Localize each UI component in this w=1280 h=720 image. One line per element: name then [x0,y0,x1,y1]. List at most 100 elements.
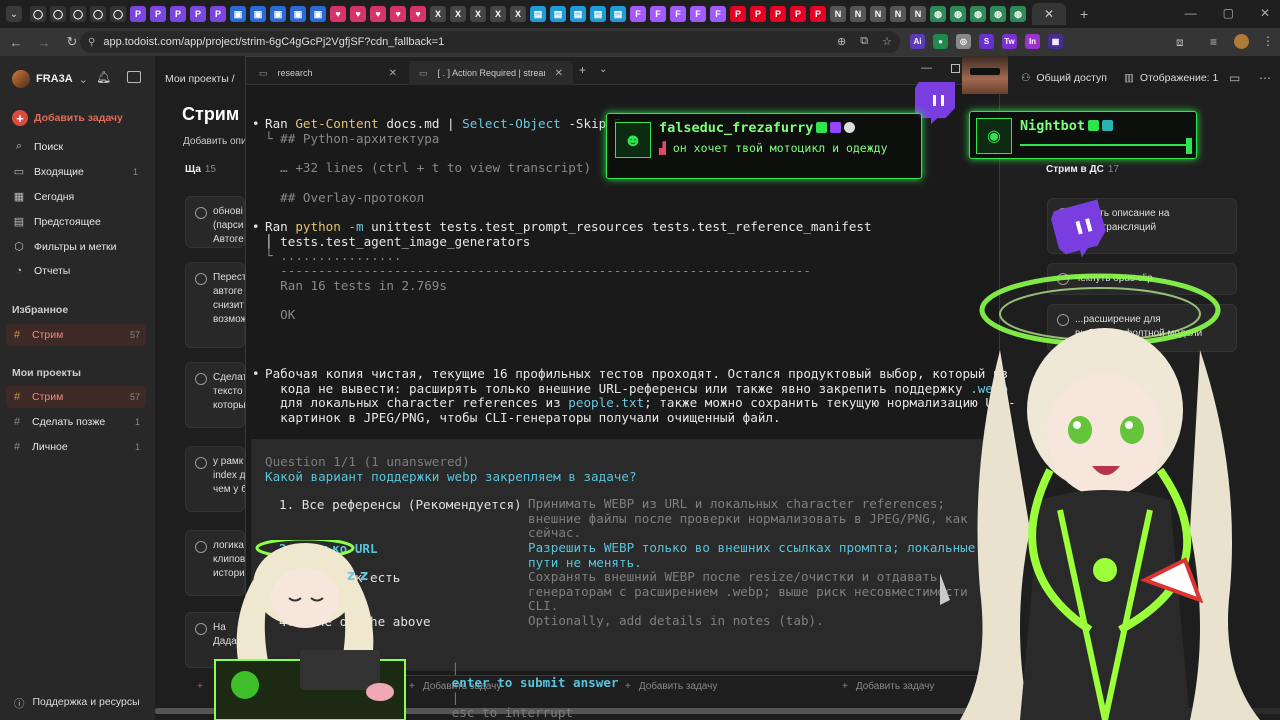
minimize-icon[interactable]: — [921,62,932,74]
sidebar-item-today[interactable]: ▦ Сегодня [12,190,142,204]
close-icon[interactable]: ✕ [555,68,563,79]
bookmark-star-icon[interactable]: ☆ [882,35,892,48]
image-icon[interactable]: ▣ [310,6,326,22]
maximize-icon[interactable] [951,64,960,73]
extension-f-icon[interactable]: In [1025,34,1040,49]
clickup-icon[interactable]: P [210,6,226,22]
workspace-switcher[interactable]: FRA3A ⌄ [12,70,88,88]
task-checkbox[interactable] [195,373,207,385]
heart-icon[interactable]: ♥ [350,6,366,22]
kanban-icon[interactable]: ▤ [610,6,626,22]
new-tab-button[interactable]: + [1080,6,1088,22]
sidebar-item-inbox[interactable]: ▭ Входящие 1 [12,165,142,179]
pinterest-icon[interactable]: P [770,6,786,22]
submit-hint[interactable]: enter to submit answer [452,675,619,690]
pinterest-icon[interactable]: P [750,6,766,22]
heart-icon[interactable]: ♥ [390,6,406,22]
add-task-row[interactable]: + [197,681,203,692]
minimize-icon[interactable]: — [1185,6,1197,20]
heart-icon[interactable]: ♥ [370,6,386,22]
site-info-icon[interactable]: ⚲ [88,37,95,48]
favorite-project-stream[interactable]: # Стрим 57 [6,324,146,346]
image-icon[interactable]: ▣ [250,6,266,22]
heart-icon[interactable]: ♥ [330,6,346,22]
projects-title[interactable]: Мои проекты [12,367,81,379]
sidebar-item-search[interactable]: ⌕ Поиск [12,140,142,153]
extension-c-icon[interactable]: ◎ [956,34,971,49]
figma-icon[interactable]: F [630,6,646,22]
notifications-bell-icon[interactable]: 🔔︎ [96,70,111,84]
x-icon[interactable]: X [510,6,526,22]
toggle-sidebar-icon[interactable] [127,71,141,83]
terminal-tab-action-required[interactable]: ▭ [ . ] Action Required | stream-a ✕ [409,61,573,85]
extension-e-icon[interactable]: Tw [1002,34,1017,49]
image-icon[interactable]: ▣ [230,6,246,22]
project-item[interactable]: # Сделать позже 1 [6,411,146,433]
kanban-icon[interactable]: ▤ [530,6,546,22]
maximize-icon[interactable]: ▢ [1223,6,1234,20]
figma-icon[interactable]: F [710,6,726,22]
address-bar[interactable]: ⚲ app.todoist.com/app/project/strim-6gC4… [80,31,900,53]
add-task-row[interactable]: + Добавить задачу [625,681,717,692]
figma-icon[interactable]: F [670,6,686,22]
github-icon[interactable]: ◯ [110,6,126,22]
clickup-icon[interactable]: P [130,6,146,22]
clickup-icon[interactable]: P [170,6,186,22]
support-link[interactable]: ⓘ Поддержка и ресурсы [14,696,140,711]
chevron-down-icon[interactable]: ⌄ [599,64,607,75]
task-card[interactable]: Сделат тексто которы [185,362,245,428]
x-icon[interactable]: X [470,6,486,22]
figma-icon[interactable]: F [690,6,706,22]
clickup-icon[interactable]: P [190,6,206,22]
task-checkbox[interactable] [195,457,207,469]
notion-icon[interactable]: N [850,6,866,22]
task-card[interactable]: Перест автоге снизит возмож [185,262,245,348]
task-checkbox[interactable] [195,207,207,219]
extensions-puzzle-icon[interactable]: ⧈ [1176,35,1184,50]
extension-d-icon[interactable]: S [979,34,994,49]
kanban-icon[interactable]: ▤ [570,6,586,22]
figma-icon[interactable]: F [650,6,666,22]
pinterest-icon[interactable]: P [790,6,806,22]
close-tab-icon[interactable]: ✕ [1044,7,1054,21]
project-item[interactable]: # Стрим 57 [6,386,146,408]
github-icon[interactable]: ◯ [90,6,106,22]
kanban-icon[interactable]: ▤ [550,6,566,22]
more-icon[interactable]: ⋯ [1259,71,1271,85]
kebab-menu-icon[interactable]: ⋮ [1262,34,1274,48]
favorites-title[interactable]: Избранное [12,304,68,316]
x-icon[interactable]: X [430,6,446,22]
active-tab[interactable]: ✕ [1032,3,1066,25]
interrupt-hint[interactable]: esc to interrupt [452,705,573,720]
pinterest-icon[interactable]: P [730,6,746,22]
install-app-icon[interactable]: ⧉ [860,35,868,48]
kanban-icon[interactable]: ▤ [590,6,606,22]
profile-avatar[interactable] [1234,34,1249,49]
comments-icon[interactable]: ▭ [1229,71,1240,85]
section-header-left[interactable]: Ща 15 [185,164,216,175]
terminal-tab-research[interactable]: ▭ research ✕ [249,61,407,85]
heart-icon[interactable]: ♥ [410,6,426,22]
notion-icon[interactable]: N [830,6,846,22]
add-task-button[interactable]: + Добавить задачу [12,110,123,126]
add-task-row[interactable]: + Добавить задачу [842,681,934,692]
notion-icon[interactable]: N [910,6,926,22]
globe-icon[interactable]: ◍ [990,6,1006,22]
sidebar-item-reports[interactable]: ◔ Отчеты [12,265,142,277]
x-icon[interactable]: X [490,6,506,22]
section-header-right[interactable]: Стрим в ДС 17 [1046,164,1119,175]
extension-g-icon[interactable]: ▦ [1048,34,1063,49]
github-icon[interactable]: ◯ [70,6,86,22]
question-option-1[interactable]: 1. Все референсы (Рекомендуется) [279,497,522,512]
project-item[interactable]: # Личное 1 [6,436,146,458]
tab-search-icon[interactable]: ⌄ [6,6,22,22]
task-checkbox[interactable] [195,273,207,285]
view-options-button[interactable]: ▥ Отображение: 1 [1124,72,1218,84]
project-description[interactable]: Добавить опи [183,136,247,147]
github-icon[interactable]: ◯ [50,6,66,22]
extension-a-icon[interactable]: Ai [910,34,925,49]
zoom-icon[interactable]: ⊕ [837,35,846,48]
breadcrumb[interactable]: Мои проекты / [165,73,235,85]
close-icon[interactable]: ✕ [389,68,397,79]
clickup-icon[interactable]: P [150,6,166,22]
